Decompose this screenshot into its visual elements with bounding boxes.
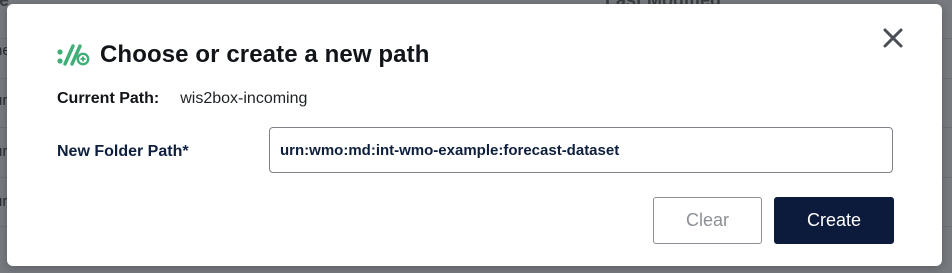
current-path-label: Current Path: xyxy=(57,90,160,107)
path-dialog: Choose or create a new path Current Path… xyxy=(7,4,942,266)
new-folder-path-label: New Folder Path* xyxy=(57,143,189,160)
create-button[interactable]: Create xyxy=(774,197,894,244)
current-path-row: Current Path: wis2box-incoming xyxy=(57,88,307,110)
dialog-header: Choose or create a new path xyxy=(56,38,429,72)
new-folder-path-input[interactable] xyxy=(269,127,893,173)
current-path-value: wis2box-incoming xyxy=(180,90,308,107)
close-icon xyxy=(883,28,903,53)
clear-button[interactable]: Clear xyxy=(653,197,762,244)
wis2box-logo-icon xyxy=(56,40,92,70)
dialog-title: Choose or create a new path xyxy=(100,41,430,68)
close-button[interactable] xyxy=(877,24,909,56)
